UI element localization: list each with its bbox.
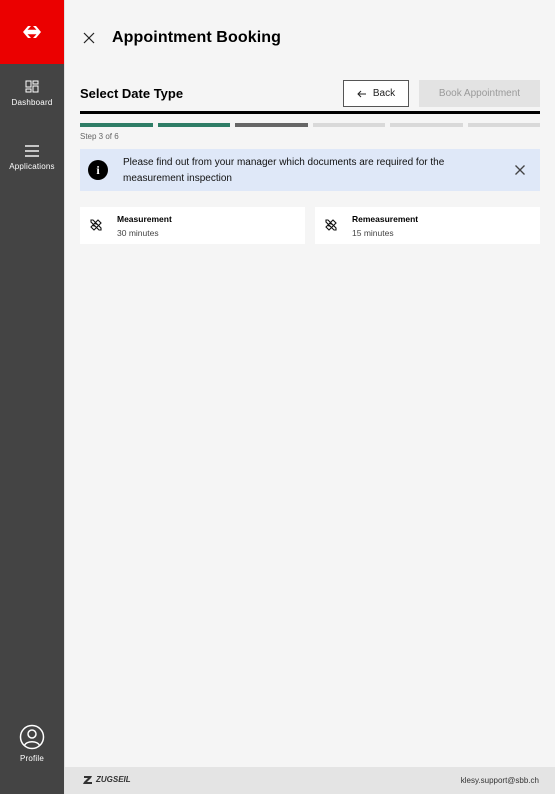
sidebar-item-label: Profile — [19, 754, 45, 763]
close-icon[interactable] — [514, 164, 526, 176]
option-card-measurement[interactable]: Measurement 30 minutes — [80, 207, 305, 244]
header-divider — [80, 111, 540, 114]
sidebar-item-dashboard[interactable]: Dashboard — [0, 80, 64, 107]
progress-step-6 — [467, 123, 540, 127]
book-appointment-button[interactable]: Book Appointment — [419, 80, 540, 107]
close-icon[interactable] — [81, 30, 97, 46]
option-title: Remeasurement — [352, 214, 419, 224]
option-title: Measurement — [117, 214, 172, 224]
sbb-logo[interactable] — [0, 0, 64, 64]
option-duration: 15 minutes — [352, 228, 394, 238]
zugseil-logo-icon — [83, 775, 92, 784]
info-icon: i — [88, 160, 108, 180]
page-header: Appointment Booking — [65, 0, 555, 78]
info-text: Please find out from your manager which … — [123, 157, 445, 184]
option-card-remeasurement[interactable]: Remeasurement 15 minutes — [315, 207, 540, 244]
progress-step-3 — [235, 123, 308, 127]
step-progress-bar — [80, 123, 540, 127]
back-button-label: Back — [372, 88, 396, 99]
section-title: Select Date Type — [80, 86, 184, 101]
sidebar-item-label: Applications — [9, 162, 55, 171]
progress-step-5 — [390, 123, 463, 127]
page-title: Appointment Booking — [112, 29, 281, 46]
sidebar: Dashboard Applications Profile — [0, 0, 64, 794]
option-duration: 30 minutes — [117, 228, 159, 238]
sidebar-item-label: Dashboard — [11, 98, 53, 107]
sidebar-item-applications[interactable]: Applications — [0, 144, 64, 171]
arrow-left-icon — [357, 90, 366, 97]
ruler-pencil-icon — [90, 219, 102, 231]
footer-brand-label: ZUGSEIL — [96, 775, 131, 784]
sbb-logo-icon — [23, 26, 41, 38]
progress-step-1 — [80, 123, 153, 127]
footer: ZUGSEIL klesy.support@sbb.ch — [65, 767, 555, 794]
profile-icon — [19, 724, 45, 750]
back-button[interactable]: Back — [343, 80, 409, 107]
sidebar-item-profile[interactable]: Profile — [0, 724, 64, 763]
step-indicator: Step 3 of 6 — [80, 132, 119, 141]
support-email[interactable]: klesy.support@sbb.ch — [461, 776, 539, 785]
ruler-pencil-icon — [325, 219, 337, 231]
info-notification: i Please find out from your manager whic… — [80, 149, 540, 191]
footer-brand: ZUGSEIL — [83, 775, 131, 784]
main-content: Appointment Booking Select Date Type Bac… — [64, 0, 555, 794]
menu-icon — [25, 145, 39, 157]
dashboard-icon — [25, 80, 39, 93]
progress-step-4 — [312, 123, 385, 127]
progress-step-2 — [157, 123, 230, 127]
